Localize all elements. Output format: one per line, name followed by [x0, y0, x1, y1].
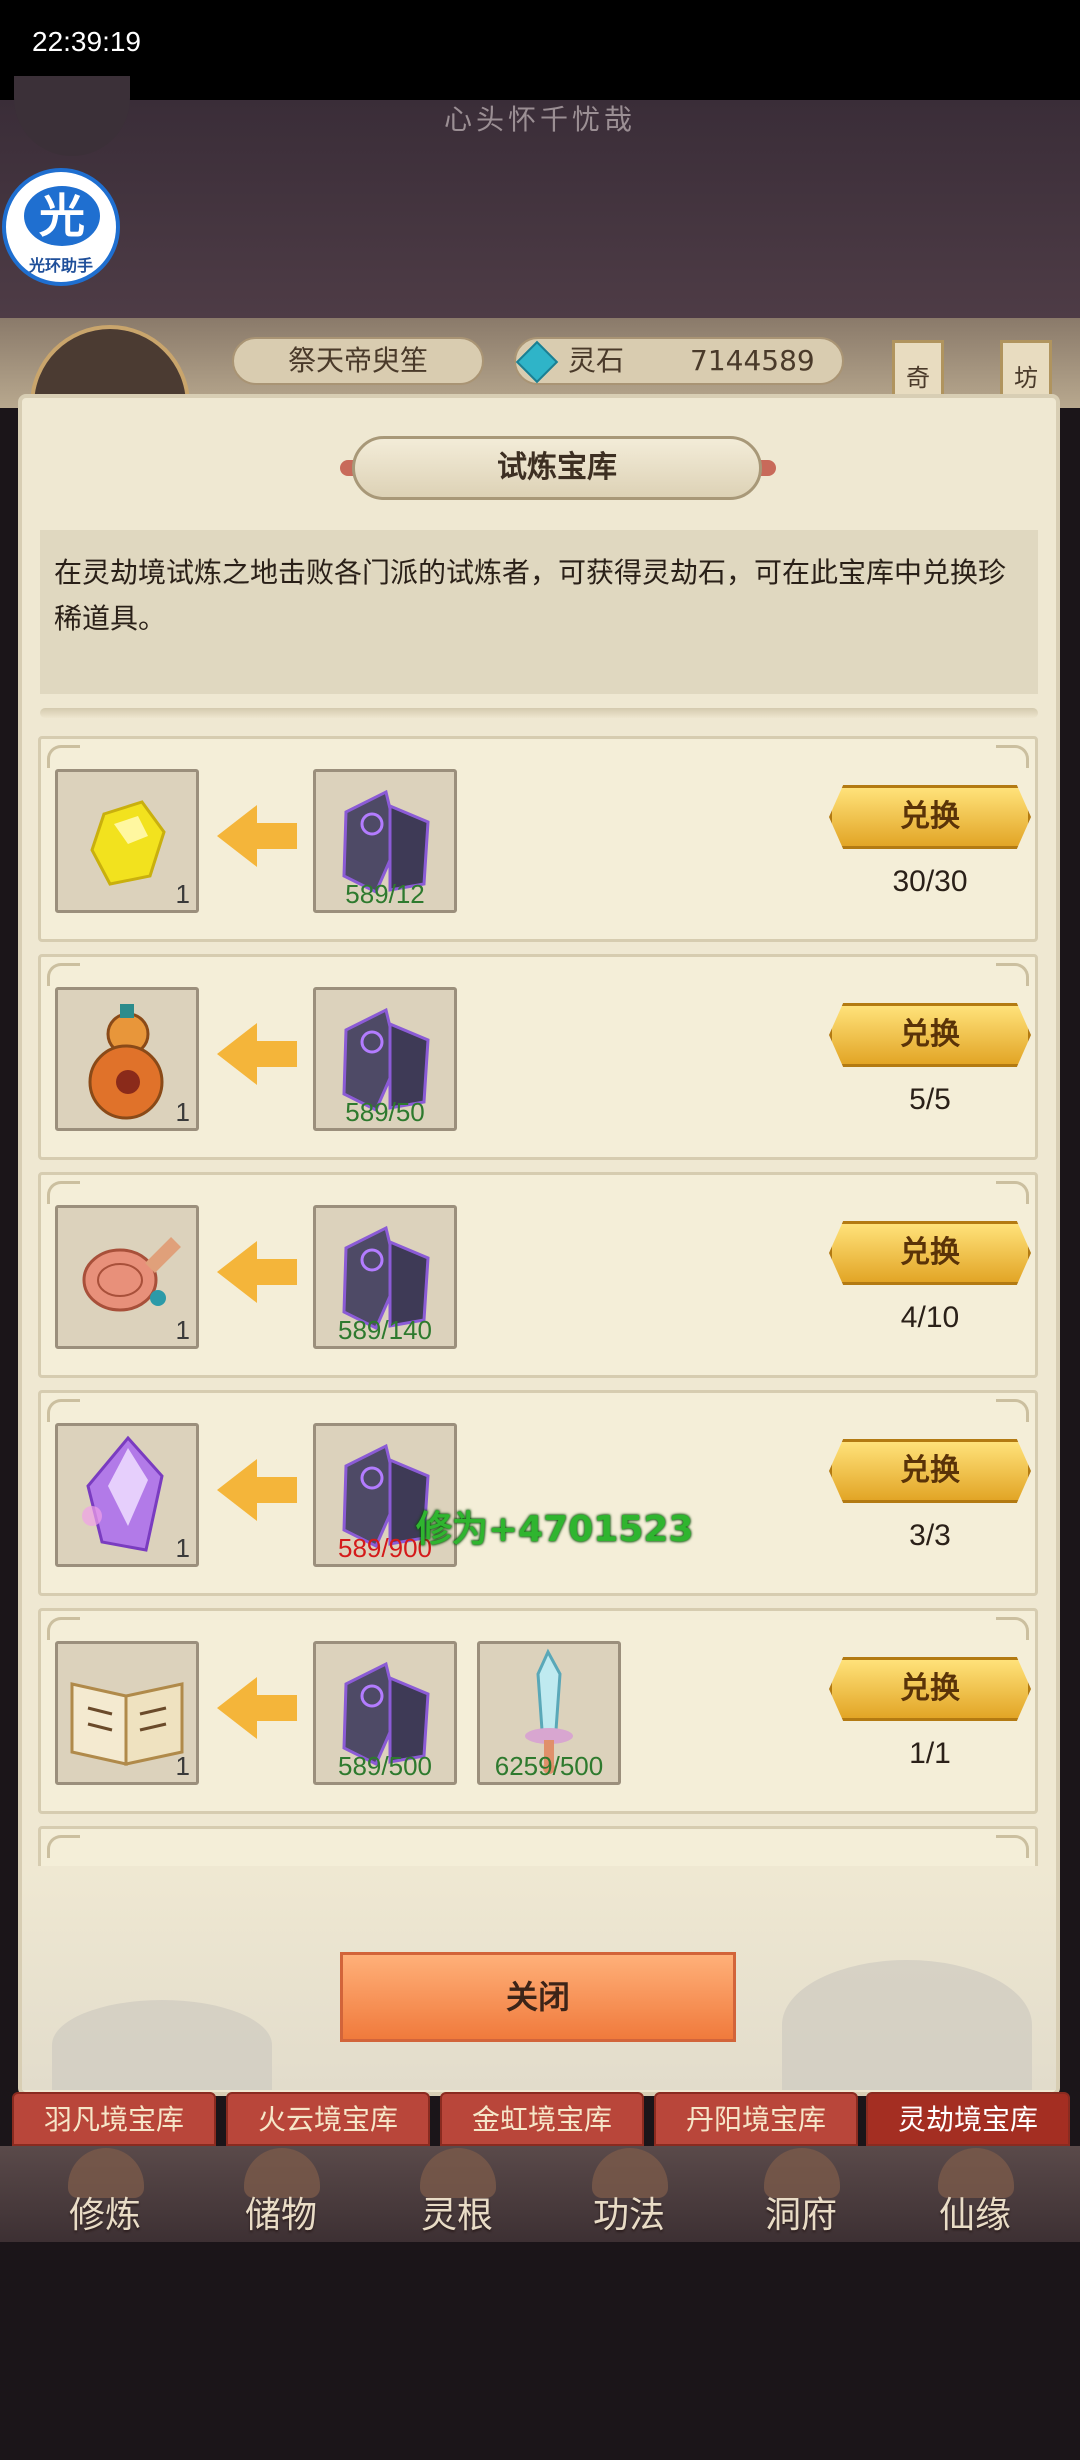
exchange-row	[38, 1826, 1038, 1866]
tab-yufan[interactable]: 羽凡境宝库	[12, 2092, 216, 2146]
cost-count: 589/140	[338, 1315, 432, 1345]
nav-item-gongfa[interactable]: 功法	[544, 2146, 714, 2242]
exchange-row: 1 589/50 兑换 5/5	[38, 954, 1038, 1160]
exchange-count: 30/30	[892, 865, 968, 898]
reward-slot[interactable]: 1	[55, 769, 199, 913]
cultivation-gain-popup: 修为+4701523	[416, 1509, 694, 1550]
reward-quantity: 1	[175, 1751, 190, 1781]
exchange-row: 1 589/140 兑换 4/10	[38, 1172, 1038, 1378]
mountain-decoration	[52, 2000, 272, 2090]
treasury-tabs: 羽凡境宝库 火云境宝库 金虹境宝库 丹阳境宝库 灵劫境宝库	[0, 2092, 1080, 2146]
top-subtitle: 心头怀千忧哉	[443, 103, 636, 136]
nav-item-xiulian[interactable]: 修炼	[20, 2146, 190, 2242]
cost-slot[interactable]: 589/500	[313, 1641, 457, 1785]
exchange-count: 1/1	[909, 1737, 951, 1770]
mountain-decoration	[782, 1960, 1032, 2090]
dialog-description: 在灵劫境试炼之地击败各门派的试炼者，可获得灵劫石，可在此宝库中兑换珍稀道具。	[40, 530, 1038, 694]
nav-item-chuwu[interactable]: 储物	[196, 2146, 366, 2242]
cost-slot[interactable]: 589/12	[313, 769, 457, 913]
nav-label: 灵根	[420, 2195, 493, 2236]
exchange-button[interactable]: 兑换	[829, 1657, 1031, 1721]
nav-label: 仙缘	[938, 2195, 1011, 2236]
cost-count: 589/500	[338, 1751, 432, 1781]
spirit-gem-icon	[515, 340, 559, 384]
nav-label: 修炼	[68, 2195, 141, 2236]
cost-count: 6259/500	[494, 1751, 604, 1781]
bottom-nav: 修炼 储物 灵根 功法 洞府 仙缘	[0, 2146, 1080, 2242]
exchange-row: 1 589/500 6259/500 兑换 1/1	[38, 1608, 1038, 1814]
exchange-button[interactable]: 兑换	[829, 1003, 1031, 1067]
status-time: 22:39:19	[32, 26, 141, 57]
cost-slot[interactable]: 6259/500	[477, 1641, 621, 1785]
tab-linjie[interactable]: 灵劫境宝库	[866, 2092, 1070, 2146]
reward-slot[interactable]: 1	[55, 1641, 199, 1785]
reward-slot[interactable]: 1	[55, 1205, 199, 1349]
tab-jinhong[interactable]: 金虹境宝库	[440, 2092, 644, 2146]
reward-quantity: 1	[175, 1533, 190, 1563]
reward-quantity: 1	[175, 1315, 190, 1345]
exchange-button[interactable]: 兑换	[829, 785, 1031, 849]
cost-count: 589/50	[345, 1097, 425, 1127]
tab-danyang[interactable]: 丹阳境宝库	[654, 2092, 858, 2146]
exchange-count: 4/10	[900, 1301, 960, 1334]
exchange-button[interactable]: 兑换	[829, 1439, 1031, 1503]
exchange-count: 3/3	[909, 1519, 951, 1552]
arrow-left-icon	[217, 1023, 297, 1085]
nav-label: 洞府	[764, 2195, 837, 2236]
close-button[interactable]: 关闭	[340, 1952, 736, 2042]
tab-huoyun[interactable]: 火云境宝库	[226, 2092, 430, 2146]
arrow-left-icon	[217, 1677, 297, 1739]
cost-slot[interactable]: 589/140	[313, 1205, 457, 1349]
bottom-area	[0, 2242, 1080, 2460]
helper-logo[interactable]: 光 光环助手	[2, 168, 120, 286]
exchange-row: 1 589/12 兑换 30/30	[38, 736, 1038, 942]
reward-slot[interactable]: 1	[55, 987, 199, 1131]
cost-slot[interactable]: 589/50	[313, 987, 457, 1131]
player-name: 祭天帝臾笙	[232, 337, 484, 385]
nav-item-dongfu[interactable]: 洞府	[716, 2146, 886, 2242]
status-bar: 22:39:19	[0, 0, 1080, 100]
helper-logo-label: 光环助手	[28, 256, 93, 275]
arrow-left-icon	[217, 1459, 297, 1521]
divider	[40, 708, 1038, 718]
spirit-stone-value: 7144589	[690, 344, 815, 377]
exchange-row: 1 589/900 兑换 3/3	[38, 1390, 1038, 1596]
arrow-left-icon	[217, 1241, 297, 1303]
cost-count: 589/12	[345, 879, 425, 909]
nav-label: 功法	[592, 2195, 665, 2236]
reward-slot[interactable]: 1	[55, 1423, 199, 1567]
nav-label: 储物	[244, 2195, 317, 2236]
reward-quantity: 1	[175, 1097, 190, 1127]
arrow-left-icon	[217, 805, 297, 867]
spirit-stone-label: 灵石	[568, 344, 625, 377]
reward-quantity: 1	[175, 879, 190, 909]
dialog-title: 试炼宝库	[352, 436, 762, 500]
nav-item-xianyuan[interactable]: 仙缘	[890, 2146, 1060, 2242]
nav-item-linggen[interactable]: 灵根	[372, 2146, 542, 2242]
exchange-count: 5/5	[909, 1083, 951, 1116]
exchange-list[interactable]: 1 589/12 兑换 30/30 1 589/50 兑换 5/5 1 589/…	[38, 736, 1038, 1866]
helper-logo-glyph: 光	[24, 186, 100, 246]
spirit-stone-counter: 灵石 7144589	[514, 337, 844, 385]
exchange-button[interactable]: 兑换	[829, 1221, 1031, 1285]
